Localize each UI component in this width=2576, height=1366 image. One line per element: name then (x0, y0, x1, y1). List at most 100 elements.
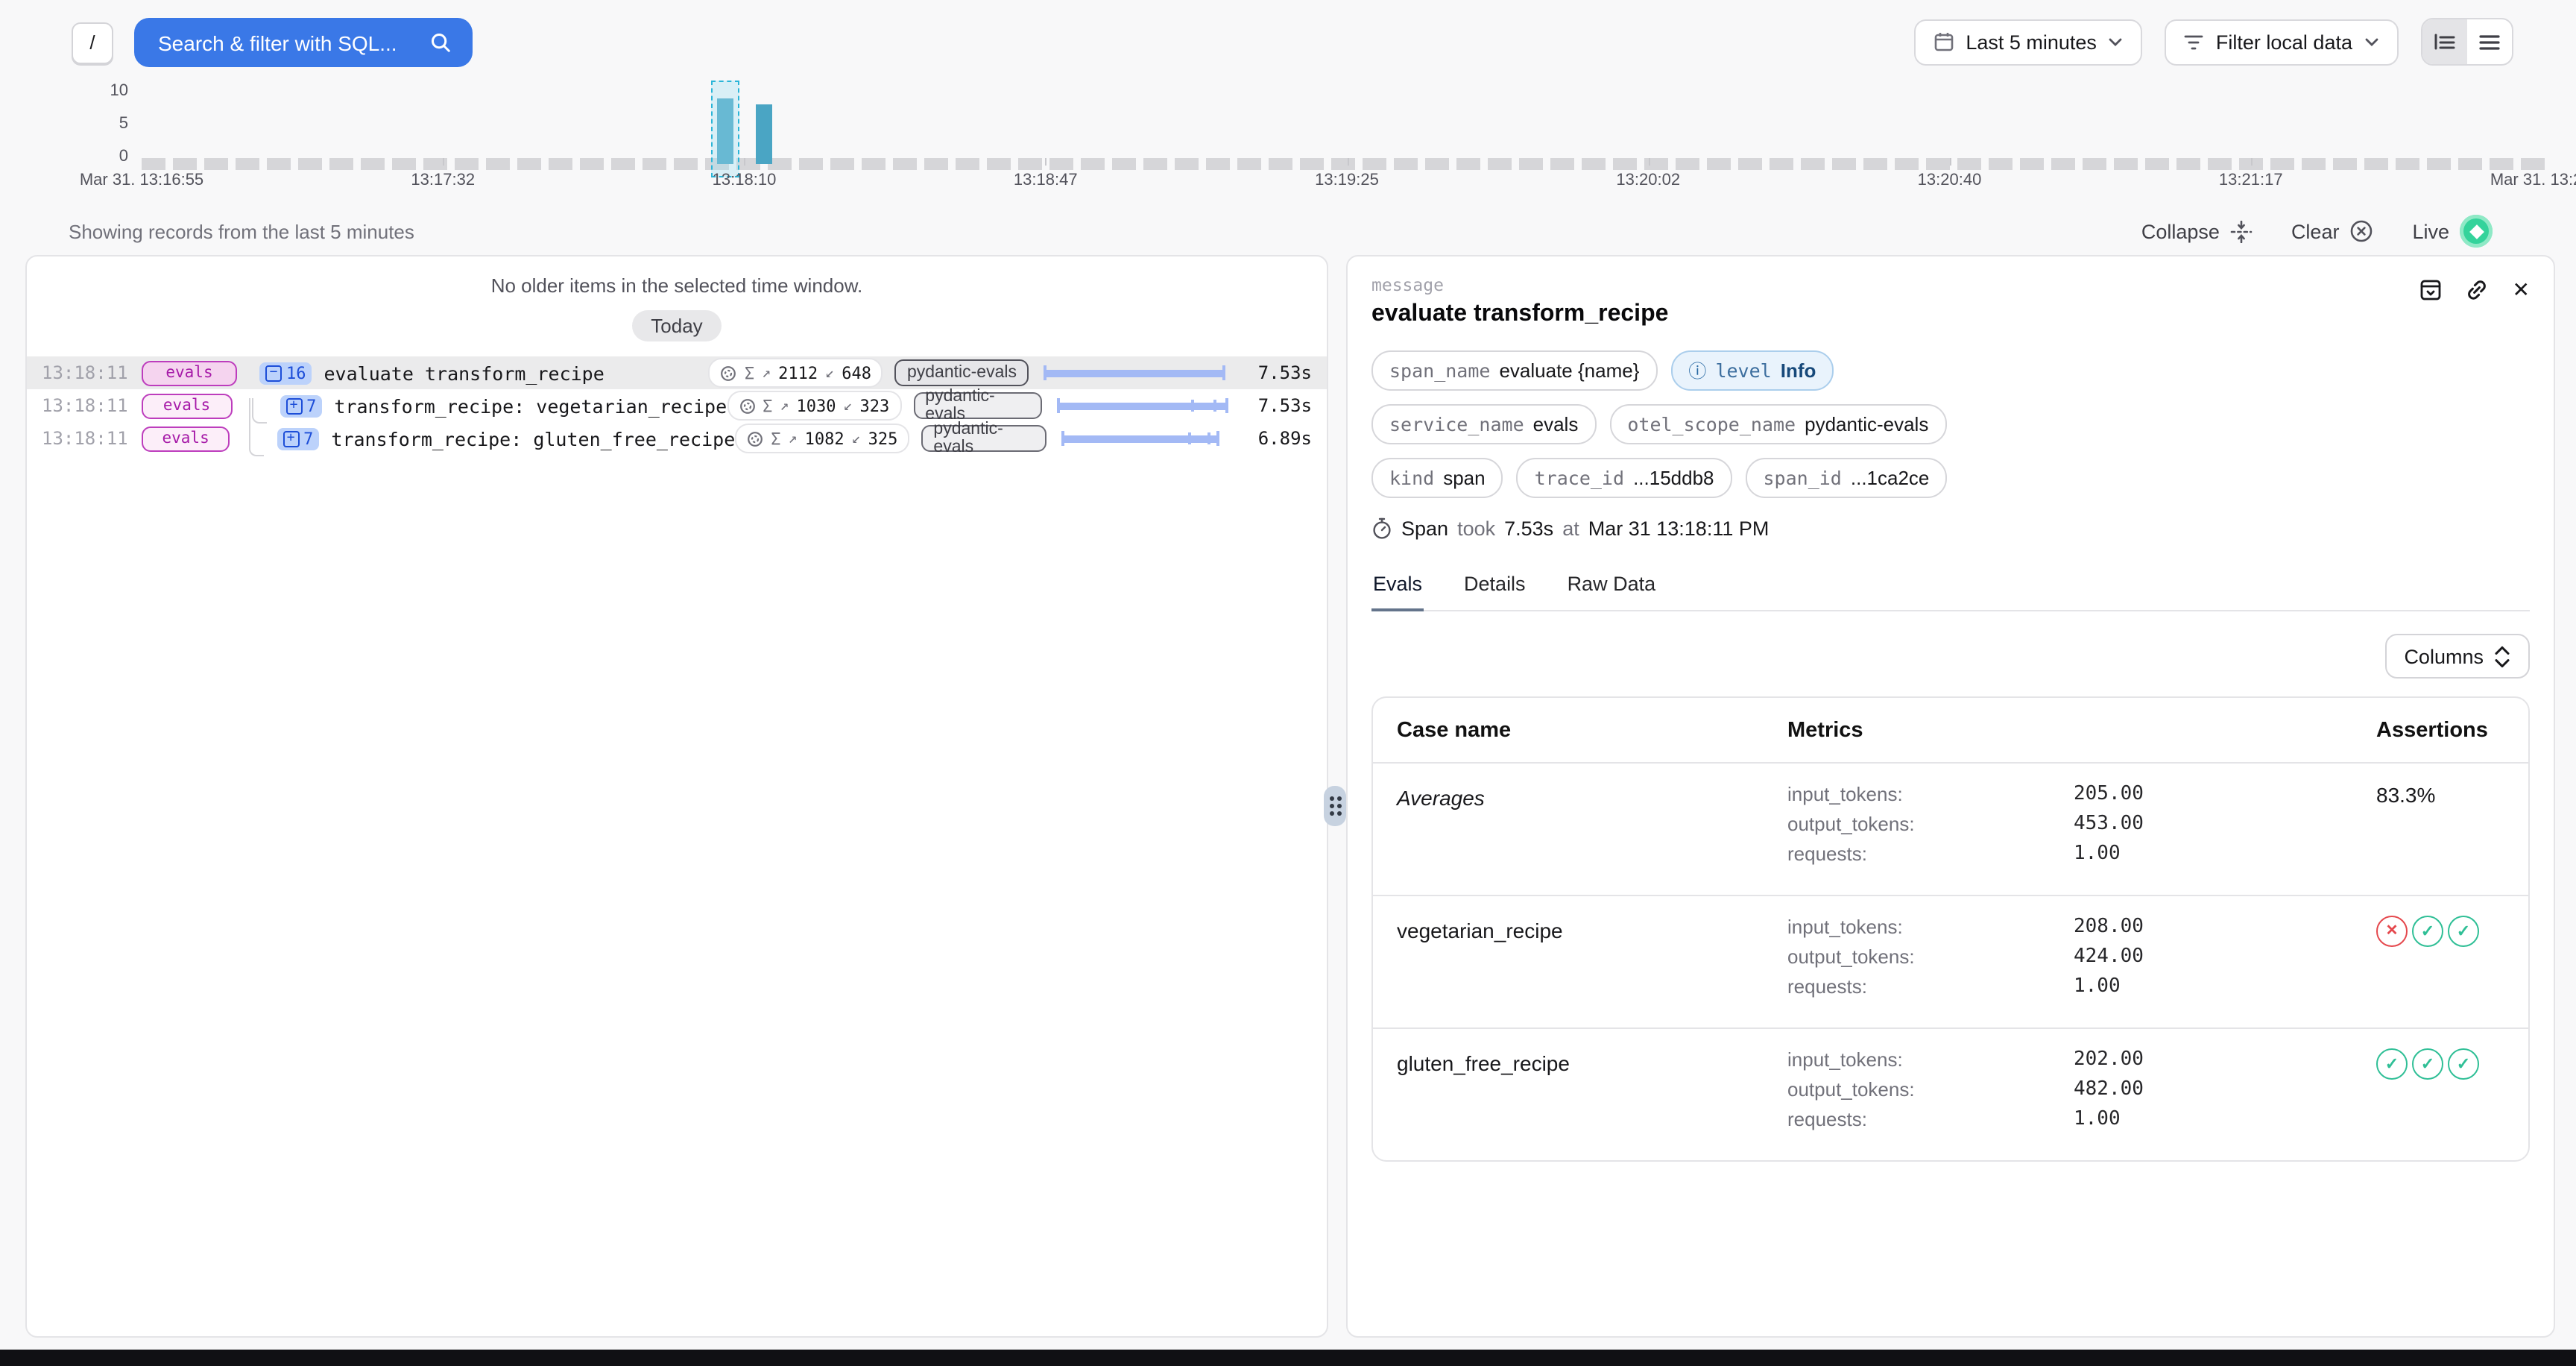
topbar-left: / Search & filter with SQL... (72, 18, 473, 67)
y-tick: 0 (119, 149, 128, 166)
attribute-tag[interactable]: span_id ...1ca2ce (1746, 458, 1948, 498)
trace-rows: 13:18:11 evals − 16 evaluate transform_r… (27, 356, 1327, 455)
collapse-label: Collapse (2141, 220, 2220, 242)
duration-bar (1056, 397, 1229, 415)
level-tag[interactable]: ⓘ level Info (1670, 350, 1834, 391)
y-tick: 5 (119, 116, 128, 133)
status-bar: Showing records from the last 5 minutes … (69, 215, 2493, 248)
list-view-button[interactable] (2467, 19, 2512, 64)
assertions-icons (2376, 1048, 2504, 1080)
collapse-button[interactable]: Collapse (2141, 220, 2253, 242)
trace-row[interactable]: 13:18:11 evals − 16 evaluate transform_r… (27, 356, 1327, 389)
evals-tag-badge[interactable]: evals (142, 393, 233, 418)
attribute-tag[interactable]: service_name evals (1371, 404, 1596, 444)
col-case-name: Case name (1397, 719, 1787, 743)
token-metrics-pill[interactable]: Σ ↗ 2112 ↙ 648 (709, 358, 883, 388)
filter-local-data-select[interactable]: Filter local data (2165, 19, 2399, 65)
span-duration-summary: Span took 7.53s at Mar 31 13:18:11 PM (1371, 517, 2530, 540)
child-count: 16 (286, 363, 306, 383)
trace-row[interactable]: 13:18:11 evals + 7 transform_recipe: veg… (27, 389, 1327, 422)
live-indicator-icon[interactable] (2460, 215, 2493, 248)
collapse-children-toggle[interactable]: − 16 (259, 362, 312, 384)
output-tokens-count: 323 (860, 396, 890, 415)
tag-key: trace_id (1535, 467, 1624, 489)
metric-label: input_tokens: (1787, 783, 2074, 805)
histogram-plot-area[interactable] (142, 91, 2552, 164)
evals-tag-badge[interactable]: evals (142, 426, 230, 451)
slash-shortcut-key[interactable]: / (72, 22, 113, 63)
table-row[interactable]: Averages input_tokens:205.00 output_toke… (1373, 764, 2528, 896)
span-message[interactable]: transform_recipe: gluten_free_recipe (331, 427, 735, 450)
metric-value: 208.00 (2074, 916, 2376, 938)
scope-badge[interactable]: pydantic-evals (895, 359, 1029, 386)
columns-button[interactable]: Columns (2384, 634, 2530, 679)
received-arrow-icon: ↙ (825, 365, 834, 381)
x-axis-ticks (142, 158, 2552, 167)
attribute-tag[interactable]: span_name evaluate {name} (1371, 350, 1657, 391)
span-word: Span (1401, 517, 1448, 540)
output-tokens-count: 648 (842, 363, 871, 383)
expand-children-toggle[interactable]: + 7 (277, 427, 319, 450)
output-tokens-count: 325 (868, 429, 898, 448)
scope-badge[interactable]: pydantic-evals (913, 392, 1041, 419)
x-tick: 13:18:47 (1014, 171, 1078, 189)
span-start-timestamp: Mar 31 13:18:11 PM (1588, 517, 1770, 540)
tag-value: span (1443, 467, 1485, 489)
tag-value: ...15ddb8 (1633, 467, 1714, 489)
expand-box-icon: + (285, 397, 302, 414)
received-arrow-icon: ↙ (852, 430, 861, 447)
search-button[interactable]: Search & filter with SQL... (134, 18, 473, 67)
y-tick: 10 (110, 84, 129, 100)
span-message[interactable]: transform_recipe: vegetarian_recipe (334, 394, 727, 417)
metric-label: requests: (1787, 843, 2074, 865)
tab-details[interactable]: Details (1462, 564, 1527, 610)
attribute-tag[interactable]: otel_scope_name pydantic-evals (1609, 404, 1946, 444)
trace-row[interactable]: 13:18:11 evals + 7 transform_recipe: glu… (27, 422, 1327, 455)
tab-raw-data[interactable]: Raw Data (1566, 564, 1658, 610)
live-toggle[interactable]: Live (2412, 215, 2493, 248)
tag-value: pydantic-evals (1805, 413, 1928, 435)
attribute-tag[interactable]: kind span (1371, 458, 1503, 498)
assertion-pass-icon[interactable] (2376, 1048, 2408, 1080)
span-detail-panel: message evaluate transform_recipe ✕ span… (1346, 255, 2555, 1338)
span-message[interactable]: evaluate transform_recipe (324, 362, 604, 384)
assertion-pass-icon[interactable] (2412, 916, 2443, 947)
scope-badge[interactable]: pydantic-evals (921, 425, 1046, 452)
tree-view-icon (2434, 33, 2455, 51)
close-panel-icon[interactable]: ✕ (2513, 277, 2530, 303)
table-row[interactable]: gluten_free_recipe input_tokens:202.00 o… (1373, 1029, 2528, 1160)
assertion-pass-icon[interactable] (2448, 1048, 2479, 1080)
search-button-label: Search & filter with SQL... (158, 31, 397, 54)
sent-arrow-icon: ↗ (780, 397, 789, 414)
histogram-bar[interactable] (757, 104, 773, 164)
received-arrow-icon: ↙ (843, 397, 852, 414)
expand-children-toggle[interactable]: + 7 (280, 394, 322, 417)
expand-box-icon: + (282, 430, 299, 447)
tag-value: evaluate {name} (1499, 359, 1639, 382)
took-word: took (1457, 517, 1495, 540)
filter-label: Filter local data (2216, 31, 2352, 53)
dock-panel-icon[interactable] (2420, 279, 2443, 301)
panel-resize-handle[interactable] (1324, 786, 1346, 826)
clear-button[interactable]: Clear (2291, 219, 2374, 243)
table-row[interactable]: vegetarian_recipe input_tokens:208.00 ou… (1373, 896, 2528, 1029)
case-name: vegetarian_recipe (1397, 916, 1787, 942)
assertions-percentage: 83.3% (2376, 783, 2504, 807)
metric-value: 205.00 (2074, 783, 2376, 805)
time-range-select[interactable]: Last 5 minutes (1913, 19, 2143, 65)
tab-evals[interactable]: Evals (1371, 564, 1424, 611)
tree-view-button[interactable] (2422, 19, 2467, 64)
x-tick: 13:20:02 (1616, 171, 1680, 189)
token-metrics-pill[interactable]: Σ ↗ 1030 ↙ 323 (727, 391, 901, 421)
duration-text: 6.89s (1243, 428, 1312, 449)
evals-tag-badge[interactable]: evals (142, 360, 237, 385)
assertion-fail-icon[interactable] (2376, 916, 2408, 947)
columns-label: Columns (2404, 645, 2484, 667)
info-icon: ⓘ (1688, 358, 1706, 383)
token-metrics-pill[interactable]: Σ ↗ 1082 ↙ 325 (735, 424, 909, 453)
assertion-pass-icon[interactable] (2448, 916, 2479, 947)
input-tokens-count: 1030 (796, 396, 836, 415)
assertion-pass-icon[interactable] (2412, 1048, 2443, 1080)
attribute-tag[interactable]: trace_id ...15ddb8 (1517, 458, 1732, 498)
copy-link-icon[interactable] (2466, 279, 2489, 301)
